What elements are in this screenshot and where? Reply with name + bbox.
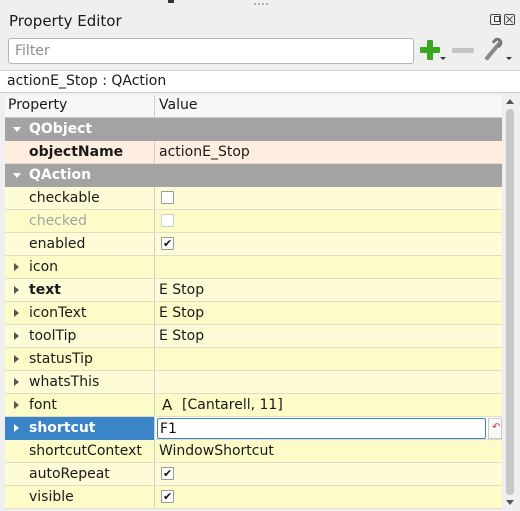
expand-arrow-icon[interactable] [14,355,19,363]
filter-input[interactable] [9,39,413,63]
panel-title: Property Editor [9,12,122,30]
property-row-iconText[interactable]: iconText E Stop [5,302,502,325]
property-label: checked [29,213,87,229]
property-row-icon[interactable]: icon [5,256,502,279]
object-class-label: actionE_Stop : QAction [0,70,520,93]
expand-arrow-icon[interactable] [13,173,21,178]
property-value[interactable]: actionE_Stop [159,144,250,160]
checkmark-icon: ✔ [163,467,173,480]
enabled-checkbox[interactable]: ✔ [161,237,174,250]
property-label: icon [29,259,59,275]
dock-title-bar: Property Editor [0,8,520,34]
checkmark-icon: ✔ [163,490,173,503]
expand-arrow-icon[interactable] [14,309,19,317]
property-row-toolTip[interactable]: toolTip E Stop [5,325,502,348]
property-label: shortcut [29,420,96,436]
shortcut-editor[interactable] [157,418,486,439]
property-label: shortcutContext [29,443,142,459]
autoRepeat-checkbox[interactable]: ✔ [161,467,174,480]
dropdown-arrow-icon [440,57,446,60]
add-property-button[interactable] [418,38,448,64]
vertical-scrollbar[interactable] [503,95,517,509]
property-value[interactable]: WindowShortcut [159,443,274,459]
property-value[interactable]: E Stop [159,282,204,298]
header-property[interactable]: Property [5,95,155,118]
property-row-autoRepeat[interactable]: autoRepeat ✔ [5,463,502,486]
checkable-checkbox[interactable] [161,191,174,204]
group-row-qobject[interactable]: QObject [5,118,502,141]
header-value[interactable]: Value [156,95,502,118]
property-label: font [29,397,57,413]
remove-property-icon [452,48,474,53]
property-row-checkable[interactable]: checkable [5,187,502,210]
table-header: Property Value [5,95,502,118]
property-row-visible[interactable]: visible ✔ [5,486,502,509]
property-value[interactable]: E Stop [159,328,204,344]
expand-arrow-icon[interactable] [13,127,21,132]
property-row-shortcut[interactable]: shortcut ↶ [5,417,502,440]
property-row-checked: checked [5,210,502,233]
dock-grip[interactable] [0,0,520,8]
property-label: whatsThis [29,374,100,390]
configure-button[interactable] [482,35,512,64]
filter-field[interactable] [8,38,414,64]
expand-arrow-icon[interactable] [14,332,19,340]
property-label: statusTip [29,351,93,367]
property-table: QObject objectName actionE_Stop QAction … [5,118,502,509]
expand-arrow-icon[interactable] [14,286,19,294]
property-label: toolTip [29,328,77,344]
property-row-shortcutContext[interactable]: shortcutContext WindowShortcut [5,440,502,463]
shortcut-input[interactable] [158,419,485,438]
grip-mark [168,0,174,3]
close-icon[interactable] [504,14,515,25]
expand-arrow-icon[interactable] [14,401,19,409]
property-label: autoRepeat [29,466,110,482]
font-icon: A [162,396,173,414]
property-label: checkable [29,190,100,206]
reset-icon: ↶ [492,422,501,433]
property-value[interactable]: E Stop [159,305,204,321]
visible-checkbox[interactable]: ✔ [161,490,174,503]
expand-arrow-icon[interactable] [14,378,19,386]
grip-dots [254,3,268,5]
checked-checkbox [161,214,174,227]
property-row-whatsThis[interactable]: whatsThis [5,371,502,394]
property-label: iconText [29,305,87,321]
property-label: objectName [29,144,124,160]
dropdown-arrow-icon [506,57,512,60]
float-icon[interactable] [490,14,501,25]
scroll-up-icon[interactable] [506,99,514,104]
property-label: text [29,282,61,298]
scroll-down-icon[interactable] [506,500,514,505]
expand-arrow-icon[interactable] [14,424,19,432]
scroll-thumb[interactable] [506,109,514,495]
checkmark-icon: ✔ [163,237,173,250]
group-row-qaction[interactable]: QAction [5,164,502,187]
remove-property-button[interactable] [452,38,476,64]
expand-arrow-icon[interactable] [14,263,19,271]
group-label: QObject [29,121,93,137]
property-row-objectName[interactable]: objectName actionE_Stop [5,141,502,164]
property-row-font[interactable]: font A [Cantarell, 11] [5,394,502,417]
property-label: visible [29,489,74,505]
property-label: enabled [29,236,86,252]
reset-button[interactable]: ↶ [488,418,502,439]
group-label: QAction [29,167,92,183]
property-row-statusTip[interactable]: statusTip [5,348,502,371]
property-row-text[interactable]: text E Stop [5,279,502,302]
property-value[interactable]: [Cantarell, 11] [182,397,283,413]
property-row-enabled[interactable]: enabled ✔ [5,233,502,256]
